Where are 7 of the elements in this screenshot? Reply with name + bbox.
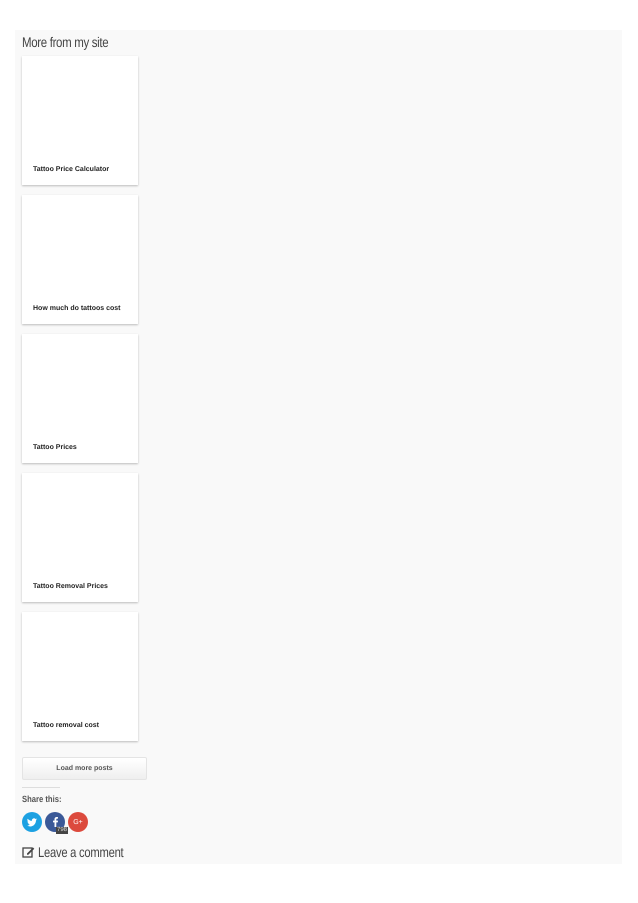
facebook-icon [52, 817, 58, 827]
section-title: More from my site [22, 34, 110, 51]
facebook-share-button[interactable] [45, 812, 65, 832]
edit-icon [22, 846, 35, 858]
share-label: Share this: [22, 794, 62, 804]
bird-icon [27, 818, 37, 826]
leave-comment-link[interactable]: Leave a comment [38, 844, 124, 860]
